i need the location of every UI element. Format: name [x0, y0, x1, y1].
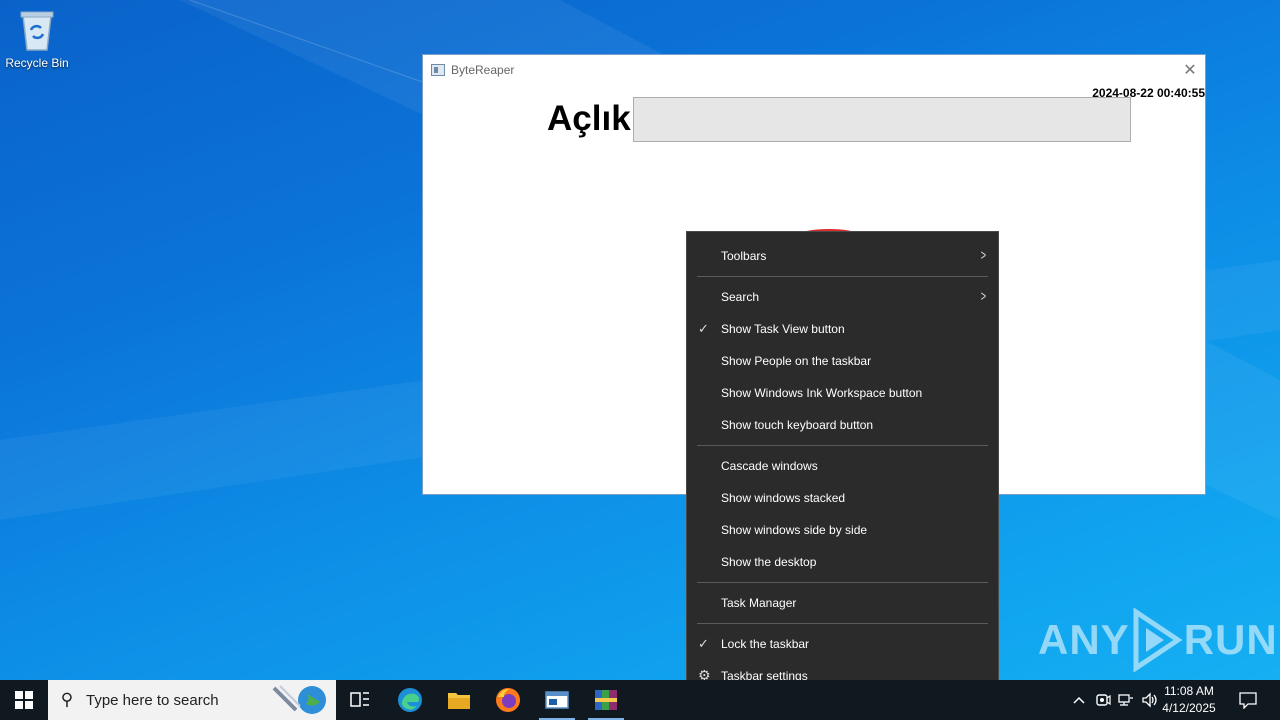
- search-placeholder: Type here to search: [86, 691, 219, 709]
- recycle-bin-icon: [17, 8, 57, 52]
- search-highlight-art-icon: [272, 685, 326, 714]
- clock-time: 11:08 AM: [1164, 684, 1214, 698]
- menu-item-label: Show the desktop: [721, 555, 817, 569]
- winrar-taskbar-button[interactable]: [582, 680, 630, 720]
- bytereaper-taskbar-button[interactable]: [533, 680, 581, 720]
- menu-item-show-task-view[interactable]: ✓ Show Task View button: [687, 313, 998, 345]
- menu-item-label: Task Manager: [721, 596, 797, 610]
- start-button[interactable]: [0, 680, 48, 720]
- menu-item-search[interactable]: Search >: [687, 281, 998, 313]
- watermark-text-left: ANY: [1038, 616, 1130, 663]
- window-title: ByteReaper: [451, 62, 515, 77]
- task-view-icon: [350, 692, 369, 707]
- menu-item-label: Show windows side by side: [721, 523, 868, 537]
- tray-network-button[interactable]: [1115, 680, 1137, 720]
- menu-item-lock-taskbar[interactable]: ✓ Lock the taskbar: [687, 628, 998, 660]
- menu-item-label: Show People on the taskbar: [721, 354, 872, 368]
- menu-item-show-people[interactable]: Show People on the taskbar: [687, 345, 998, 377]
- meet-now-icon: [1096, 694, 1111, 706]
- edge-icon: [398, 688, 422, 712]
- taskbar-clock[interactable]: 11:08 AM 4/12/2025: [1156, 683, 1222, 717]
- recycle-bin-shortcut[interactable]: Recycle Bin: [4, 8, 70, 70]
- bytereaper-app-icon: [545, 691, 569, 709]
- close-button[interactable]: ✕: [1175, 55, 1205, 84]
- anyrun-watermark: ANY RUN: [1038, 608, 1278, 672]
- firefox-icon: [496, 688, 520, 712]
- menu-item-show-ink-workspace[interactable]: Show Windows Ink Workspace button: [687, 377, 998, 409]
- menu-item-label: Cascade windows: [721, 459, 818, 473]
- watermark-text-right: RUN: [1183, 616, 1278, 663]
- tray-overflow-button[interactable]: [1068, 680, 1090, 720]
- checkmark-icon: ✓: [698, 636, 709, 651]
- windows-logo-icon: [15, 691, 33, 709]
- clock-date: 4/12/2025: [1162, 701, 1216, 715]
- menu-item-label: Search: [721, 290, 760, 304]
- search-icon: ⚲: [60, 690, 74, 709]
- menu-separator: [697, 445, 988, 446]
- firefox-button[interactable]: [484, 680, 532, 720]
- submenu-arrow-icon: >: [980, 288, 987, 305]
- file-explorer-button[interactable]: [435, 680, 483, 720]
- menu-item-label: Show Task View button: [721, 322, 845, 336]
- menu-separator: [697, 582, 988, 583]
- menu-item-label: Show Windows Ink Workspace button: [721, 386, 923, 400]
- menu-item-show-desktop[interactable]: Show the desktop: [687, 546, 998, 578]
- taskbar[interactable]: ⚲ Type here to search 11:08 AM 4/12/2025: [0, 680, 1280, 720]
- menu-separator: [697, 623, 988, 624]
- chevron-up-icon: [1073, 696, 1085, 704]
- menu-item-label: Show touch keyboard button: [721, 418, 874, 432]
- task-view-button[interactable]: [336, 680, 384, 720]
- menu-item-label: Show windows stacked: [721, 491, 846, 505]
- taskbar-search-box[interactable]: ⚲ Type here to search: [48, 680, 336, 720]
- edge-button[interactable]: [386, 680, 434, 720]
- recycle-bin-label: Recycle Bin: [5, 56, 69, 70]
- menu-item-cascade-windows[interactable]: Cascade windows: [687, 450, 998, 482]
- menu-item-label: Toolbars: [721, 249, 767, 263]
- menu-item-toolbars[interactable]: Toolbars >: [687, 240, 998, 272]
- menu-item-task-manager[interactable]: Task Manager: [687, 587, 998, 619]
- window-titlebar[interactable]: ByteReaper ✕: [423, 55, 1205, 84]
- tray-meet-button[interactable]: [1092, 680, 1114, 720]
- checkmark-icon: ✓: [698, 321, 709, 336]
- network-icon: [1118, 694, 1133, 706]
- action-center-button[interactable]: [1230, 680, 1266, 720]
- menu-item-label: Lock the taskbar: [721, 637, 810, 651]
- taskbar-context-menu: Toolbars > Search > ✓ Show Task View but…: [686, 231, 999, 701]
- hunger-label: Açlık: [547, 99, 631, 138]
- hunger-input[interactable]: [633, 97, 1131, 142]
- app-window-icon: [431, 63, 445, 76]
- file-explorer-icon: [448, 693, 470, 709]
- menu-item-show-touch-keyboard[interactable]: Show touch keyboard button: [687, 409, 998, 441]
- winrar-icon: [595, 690, 617, 710]
- notification-icon: [1239, 692, 1257, 709]
- menu-item-windows-stacked[interactable]: Show windows stacked: [687, 482, 998, 514]
- play-triangle-icon: [1133, 608, 1183, 672]
- menu-separator: [697, 276, 988, 277]
- submenu-arrow-icon: >: [980, 247, 987, 264]
- menu-item-windows-side-by-side[interactable]: Show windows side by side: [687, 514, 998, 546]
